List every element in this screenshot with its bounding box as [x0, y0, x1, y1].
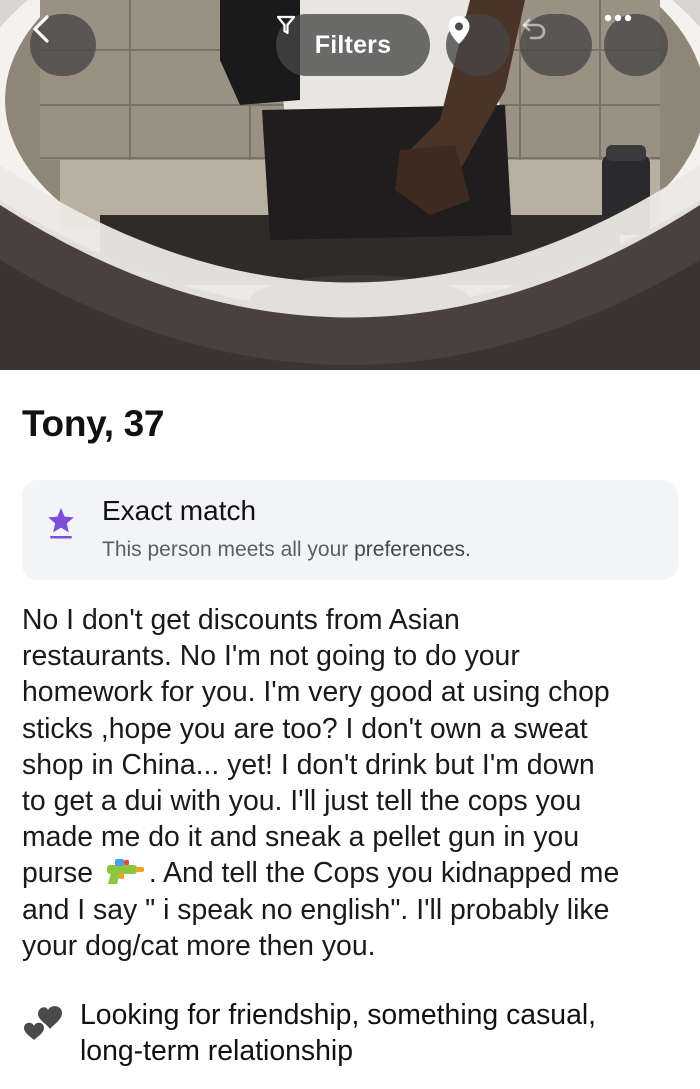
match-subtitle-text: This person meets all your	[102, 538, 355, 561]
profile-name-age: Tony, 37	[22, 403, 165, 444]
match-title: Exact match	[102, 495, 257, 526]
exact-match-card: Exact match This person meets all your p…	[22, 480, 678, 580]
undo-button[interactable]	[520, 14, 592, 76]
profile-photo[interactable]: Filters	[0, 0, 700, 370]
water-pistol-icon	[106, 859, 144, 885]
back-button[interactable]	[30, 14, 96, 76]
chevron-left-icon	[33, 15, 49, 43]
profile-details: Tony, 37 Exact match This person meets a…	[0, 370, 700, 1089]
looking-for-text: Looking for friendship, something casual…	[80, 999, 597, 1067]
more-dots-icon	[604, 14, 632, 22]
filter-icon	[276, 15, 296, 35]
location-button[interactable]	[446, 14, 510, 76]
more-options-button[interactable]	[604, 14, 668, 76]
match-subtitle: This person meets all your preferences.	[102, 538, 471, 562]
profile-bio: No I don't get discounts from Asian rest…	[22, 602, 682, 964]
looking-for-section: Looking for friendship, something casual…	[0, 994, 700, 1074]
undo-icon	[522, 18, 546, 40]
location-pin-icon	[448, 16, 470, 44]
filters-label: Filters	[314, 30, 392, 59]
hearts-icon	[24, 1006, 62, 1040]
star-icon	[48, 508, 74, 539]
bio-text-part1: No I don't get discounts from Asian rest…	[22, 604, 610, 890]
preferences-link[interactable]: preferences.	[354, 538, 471, 561]
filters-button[interactable]: Filters	[276, 14, 430, 76]
